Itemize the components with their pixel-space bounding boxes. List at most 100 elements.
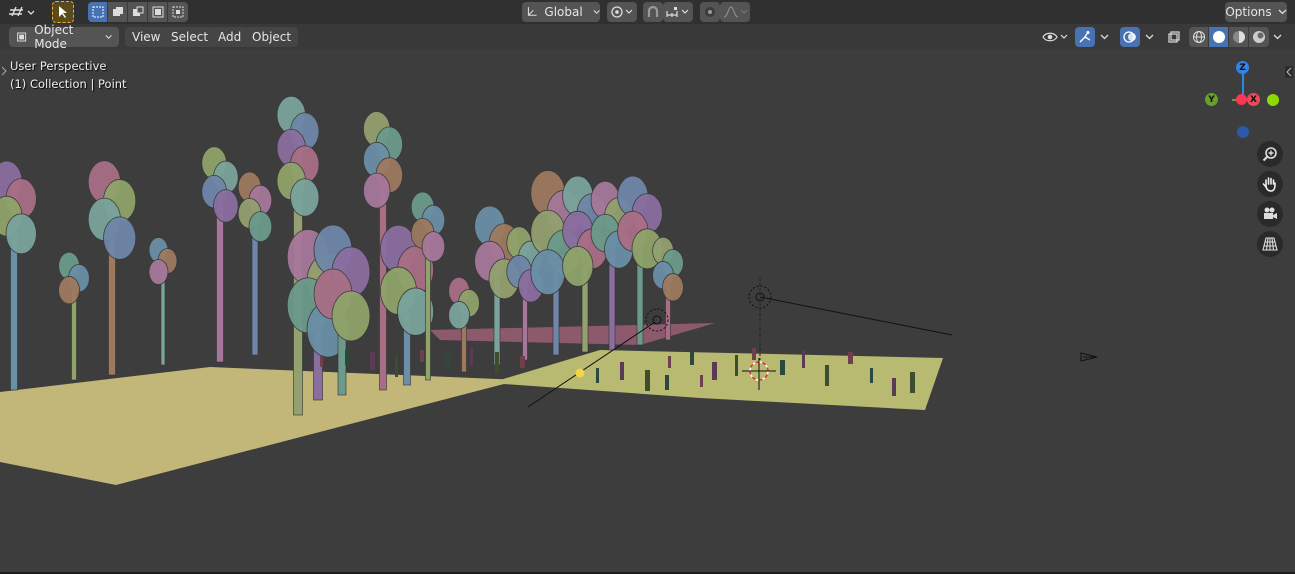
tree-object[interactable] (0, 160, 37, 391)
camera-view-button[interactable] (1257, 201, 1283, 227)
select-extend-icon[interactable] (108, 2, 128, 22)
pivot-point-icon (611, 6, 633, 18)
gizmo-x-label: X (1250, 94, 1257, 105)
proportional-edit-toggle[interactable] (700, 2, 720, 22)
snap-toggle[interactable] (643, 2, 663, 22)
object-menu[interactable]: Object (245, 27, 299, 47)
pan-button[interactable] (1257, 171, 1283, 197)
leaf-card (395, 356, 398, 377)
rendered-shading-icon[interactable] (1249, 27, 1269, 47)
select-invert-icon[interactable] (148, 2, 168, 22)
object-mode-icon (17, 32, 27, 42)
chevron-down-icon (1278, 9, 1287, 15)
leaf-card (345, 350, 349, 365)
tree-crown (248, 211, 273, 243)
snap-target-dropdown[interactable] (663, 2, 693, 22)
overlay-dropdown[interactable] (1141, 27, 1157, 47)
sidebar-expand-arrow-icon[interactable] (1285, 66, 1293, 78)
leaf-card (870, 368, 873, 383)
pivot-point-dropdown[interactable] (607, 2, 637, 22)
material-shading-icon[interactable] (1229, 27, 1249, 47)
navigation-gizmo[interactable]: Z Y X (1200, 56, 1285, 141)
leaf-card (802, 350, 805, 368)
leaf-card (645, 370, 650, 391)
tree-crown (103, 216, 137, 260)
leaf-card (520, 356, 525, 368)
select-mode-group (88, 2, 188, 22)
visibility-dropdown[interactable] (1040, 27, 1072, 47)
leaf-card (370, 352, 375, 370)
ground-plane-left (0, 367, 520, 485)
tree-object[interactable] (448, 276, 480, 373)
leaf-card (752, 348, 756, 360)
tree-crown (530, 249, 566, 296)
light-direction-line (759, 296, 953, 336)
transform-orientation-dropdown[interactable]: Global (522, 2, 600, 22)
perspective-toggle-button[interactable] (1257, 231, 1283, 257)
solid-shading-icon[interactable] (1209, 27, 1229, 47)
chevron-down-icon (1100, 34, 1108, 40)
falloff-dropdown[interactable] (720, 2, 750, 22)
tree-object[interactable] (58, 251, 90, 381)
falloff-curve-icon (723, 6, 748, 18)
overlay-toggle[interactable] (1120, 27, 1140, 47)
xray-icon (1168, 31, 1180, 43)
gizmo-neg-y-axis[interactable] (1267, 94, 1279, 106)
gizmo-toggle[interactable] (1075, 27, 1095, 47)
ground-plane-pink (430, 323, 715, 345)
gizmo-y-axis[interactable]: Y (1205, 93, 1218, 106)
mode-dropdown[interactable]: Object Mode (9, 23, 119, 51)
perspective-grid-icon (1262, 237, 1278, 251)
chevron-down-icon (1273, 34, 1281, 40)
tree-object[interactable] (237, 171, 273, 356)
tree-crown (448, 301, 470, 330)
shading-dropdown[interactable] (1270, 27, 1284, 47)
gizmo-z-axis[interactable]: Z (1236, 61, 1249, 74)
tree-crown (290, 178, 320, 217)
selected-origin-dot[interactable] (575, 368, 585, 378)
gizmo-neg-x-axis[interactable] (1236, 94, 1247, 105)
leaf-card (690, 350, 694, 365)
options-dropdown[interactable]: Options (1225, 2, 1287, 22)
options-label: Options (1225, 5, 1272, 19)
sun-light-object[interactable] (748, 278, 772, 360)
camera-view-icon (1264, 207, 1277, 219)
tree-object[interactable] (201, 146, 239, 363)
add-menu[interactable]: Add (211, 27, 249, 47)
view-menu[interactable]: View (125, 27, 168, 47)
editor-type-button[interactable] (6, 2, 40, 22)
perspective-label: User Perspective (10, 59, 107, 73)
tree-crown (58, 276, 80, 305)
zoom-button[interactable] (1257, 141, 1283, 167)
tree-object[interactable] (148, 237, 178, 366)
3d-viewport[interactable]: User Perspective (1) Collection | Point … (0, 50, 1295, 572)
snap-increment-icon (666, 7, 689, 17)
viewport-header: Object Mode View Select Add Object (0, 23, 1295, 51)
gizmo-dropdown[interactable] (1096, 27, 1112, 47)
leaf-card (700, 375, 703, 387)
leaf-card (495, 352, 499, 373)
select-subtract-icon[interactable] (128, 2, 148, 22)
tree-crown (562, 245, 594, 287)
gizmo-x-axis[interactable]: X (1247, 93, 1260, 106)
gizmo-neg-z-axis[interactable] (1237, 126, 1249, 138)
select-new-icon[interactable] (88, 2, 108, 22)
orientation-label: Global (544, 5, 583, 19)
leaf-card (712, 362, 717, 380)
zoom-icon (1262, 147, 1277, 162)
xray-toggle[interactable] (1164, 27, 1184, 47)
scene-render (0, 95, 1098, 485)
overlay-icon (1123, 31, 1136, 43)
toolbar-expand-arrow-icon[interactable] (1, 66, 7, 76)
select-intersect-icon[interactable] (168, 2, 188, 22)
select-menu[interactable]: Select (164, 27, 216, 47)
leaf-card (825, 365, 829, 386)
camera-object[interactable] (1080, 352, 1098, 362)
tree-crown (363, 172, 391, 209)
select-tool-button[interactable] (52, 1, 74, 23)
chevron-down-icon (1145, 34, 1153, 40)
tree-object[interactable] (87, 160, 137, 376)
tree-crown (213, 189, 239, 223)
leaf-card (892, 378, 896, 396)
wireframe-shading-icon[interactable] (1189, 27, 1209, 47)
